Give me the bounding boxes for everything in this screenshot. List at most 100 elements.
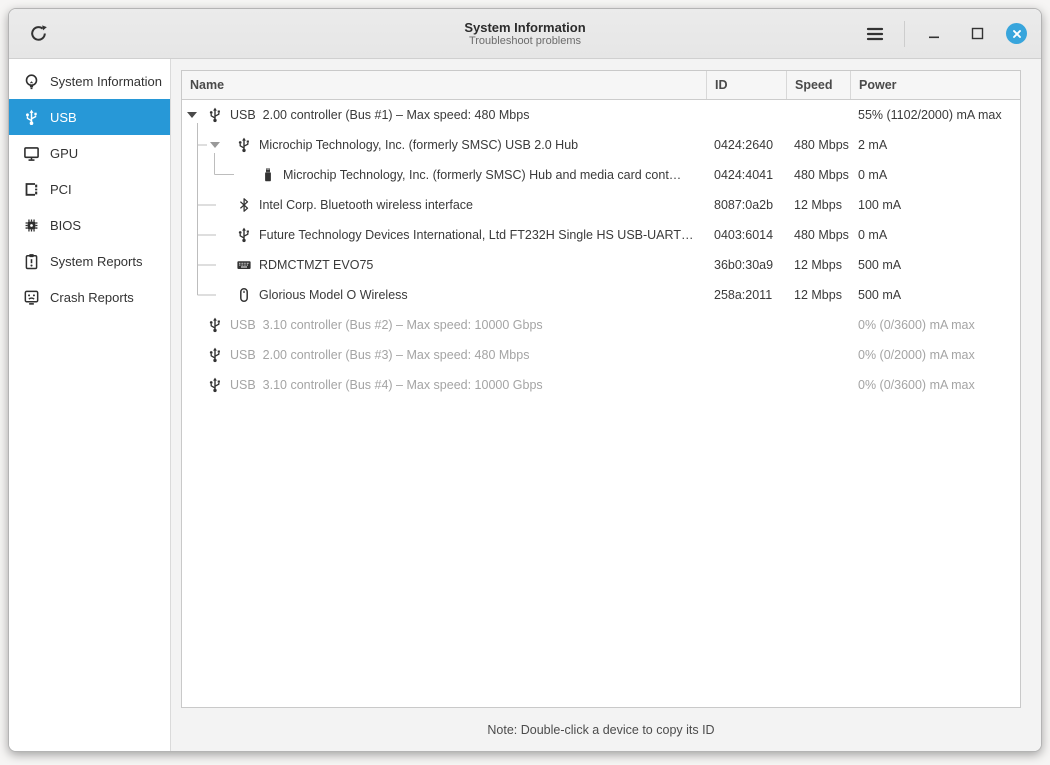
device-name: USB 3.10 controller (Bus #4) – Max speed… <box>230 378 543 392</box>
device-id <box>706 100 786 130</box>
minimize-button[interactable] <box>920 20 948 48</box>
mouse-icon <box>236 287 252 303</box>
table-row[interactable]: USB 2.00 controller (Bus #1) – Max speed… <box>182 100 1020 130</box>
device-speed <box>786 100 850 130</box>
device-speed <box>786 310 850 340</box>
sidebar-item-label: PCI <box>50 182 72 197</box>
window-subtitle: Troubleshoot problems <box>469 35 581 48</box>
lightbulb-icon <box>23 73 40 90</box>
sidebar-item-label: Crash Reports <box>50 290 134 305</box>
device-speed: 480 Mbps <box>786 220 850 250</box>
usb-icon <box>236 137 252 153</box>
sidebar-item-label: GPU <box>50 146 78 161</box>
usb-icon <box>207 377 223 393</box>
device-power: 500 mA <box>850 250 1020 280</box>
minimize-icon <box>927 27 941 41</box>
sidebar-item-system-information[interactable]: System Information <box>9 63 170 99</box>
sidebar-item-label: USB <box>50 110 77 125</box>
device-id: 0403:6014 <box>706 220 786 250</box>
sidebar-item-pci[interactable]: PCI <box>9 171 170 207</box>
device-id: 0424:2640 <box>706 130 786 160</box>
usb-icon <box>23 109 40 126</box>
clipboard-alert-icon <box>23 253 40 270</box>
table-row[interactable]: Intel Corp. Bluetooth wireless interface… <box>182 190 1020 220</box>
table-header: Name ID Speed Power <box>182 71 1020 100</box>
device-name: Future Technology Devices International,… <box>259 228 693 242</box>
sidebar-item-gpu[interactable]: GPU <box>9 135 170 171</box>
sidebar-item-bios[interactable]: BIOS <box>9 207 170 243</box>
device-name: Intel Corp. Bluetooth wireless interface <box>259 198 473 212</box>
hamburger-menu-icon <box>865 24 885 44</box>
usb-icon <box>207 317 223 333</box>
sidebar-item-crash-reports[interactable]: Crash Reports <box>9 279 170 315</box>
device-name: Microchip Technology, Inc. (formerly SMS… <box>259 138 578 152</box>
table-row[interactable]: Future Technology Devices International,… <box>182 220 1020 250</box>
crash-monitor-icon <box>23 289 40 306</box>
column-header-name[interactable]: Name <box>182 71 706 99</box>
device-id <box>706 340 786 370</box>
device-speed: 12 Mbps <box>786 250 850 280</box>
column-header-speed[interactable]: Speed <box>786 71 850 99</box>
device-power: 0% (0/3600) mA max <box>850 370 1020 400</box>
device-speed: 480 Mbps <box>786 130 850 160</box>
chip-icon <box>23 217 40 234</box>
titlebar-controls <box>861 20 1041 48</box>
device-id: 258a:2011 <box>706 280 786 310</box>
device-speed <box>786 340 850 370</box>
device-name: RDMCTMZT EVO75 <box>259 258 373 272</box>
flash-drive-icon <box>260 167 276 183</box>
device-speed <box>786 370 850 400</box>
column-header-power[interactable]: Power <box>850 71 1020 99</box>
device-id: 8087:0a2b <box>706 190 786 220</box>
device-power: 0 mA <box>850 220 1020 250</box>
sidebar-item-system-reports[interactable]: System Reports <box>9 243 170 279</box>
refresh-button[interactable] <box>24 20 52 48</box>
close-button[interactable] <box>1006 23 1027 44</box>
table-row[interactable]: Glorious Model O Wireless 258a:2011 12 M… <box>182 280 1020 310</box>
table-row[interactable]: RDMCTMZT EVO75 36b0:30a9 12 Mbps 500 mA <box>182 250 1020 280</box>
titlebar-separator <box>904 21 905 47</box>
sidebar-item-label: BIOS <box>50 218 81 233</box>
table-row[interactable]: Microchip Technology, Inc. (formerly SMS… <box>182 130 1020 160</box>
app-body: System Information USB <box>9 59 1041 751</box>
expander-arrow[interactable] <box>210 142 236 148</box>
sidebar-item-usb[interactable]: USB <box>9 99 170 135</box>
device-power: 100 mA <box>850 190 1020 220</box>
device-power: 0 mA <box>850 160 1020 190</box>
device-id: 0424:4041 <box>706 160 786 190</box>
device-speed: 480 Mbps <box>786 160 850 190</box>
status-note: Note: Double-click a device to copy its … <box>181 708 1021 752</box>
titlebar: System Information Troubleshoot problems <box>9 9 1041 59</box>
bluetooth-icon <box>236 197 252 213</box>
keyboard-icon <box>236 257 252 273</box>
usb-icon <box>207 347 223 363</box>
menu-button[interactable] <box>861 20 889 48</box>
close-icon <box>1011 28 1023 40</box>
device-name: USB 2.00 controller (Bus #1) – Max speed… <box>230 108 529 122</box>
sidebar-item-label: System Information <box>50 74 162 89</box>
refresh-icon <box>29 24 48 43</box>
device-speed: 12 Mbps <box>786 280 850 310</box>
device-id <box>706 370 786 400</box>
app-window: System Information Troubleshoot problems <box>8 8 1042 752</box>
usb-icon <box>207 107 223 123</box>
table-row[interactable]: USB 2.00 controller (Bus #3) – Max speed… <box>182 340 1020 370</box>
main-panel: Name ID Speed Power <box>171 59 1041 751</box>
maximize-button[interactable] <box>963 20 991 48</box>
device-id: 36b0:30a9 <box>706 250 786 280</box>
expander-arrow[interactable] <box>187 112 207 118</box>
column-header-id[interactable]: ID <box>706 71 786 99</box>
table-row[interactable]: USB 3.10 controller (Bus #4) – Max speed… <box>182 370 1020 400</box>
sidebar-item-label: System Reports <box>50 254 142 269</box>
device-id <box>706 310 786 340</box>
table-row[interactable]: Microchip Technology, Inc. (formerly SMS… <box>182 160 1020 190</box>
window-title: System Information <box>464 20 585 35</box>
table-row[interactable]: USB 3.10 controller (Bus #2) – Max speed… <box>182 310 1020 340</box>
maximize-icon <box>971 27 984 40</box>
device-power: 0% (0/3600) mA max <box>850 310 1020 340</box>
sidebar: System Information USB <box>9 59 171 751</box>
device-name: USB 3.10 controller (Bus #2) – Max speed… <box>230 318 543 332</box>
device-power: 500 mA <box>850 280 1020 310</box>
device-power: 55% (1102/2000) mA max <box>850 100 1020 130</box>
device-table: Name ID Speed Power <box>181 70 1021 708</box>
